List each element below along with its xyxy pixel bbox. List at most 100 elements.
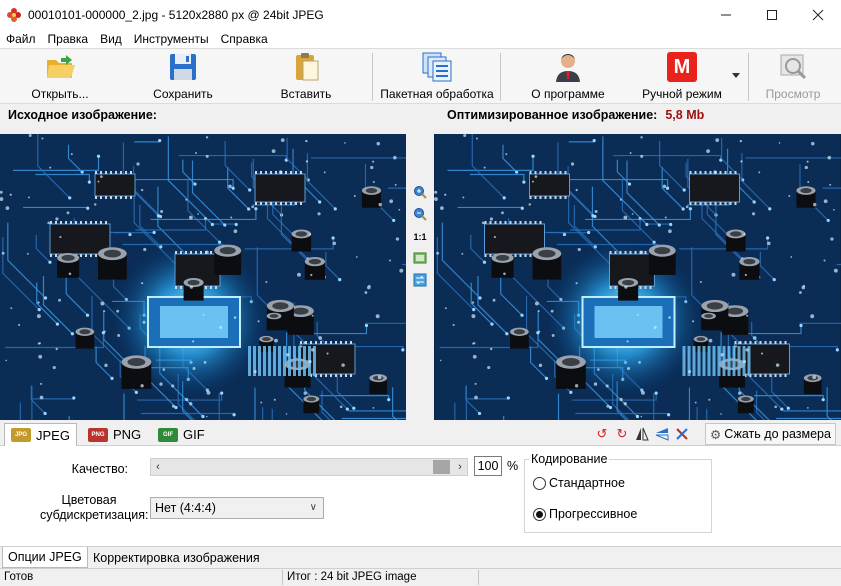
menu-tools[interactable]: Инструменты [128, 32, 215, 46]
window-title: 00010101-000000_2.jpg - 5120x2880 px @ 2… [28, 8, 324, 22]
batch-label: Пакетная обработка [380, 87, 494, 101]
close-icon [812, 9, 824, 21]
quality-input[interactable]: 100 [474, 456, 502, 476]
toolbar: Открыть... Сохранить Вставить Пакетная о… [0, 48, 841, 104]
encoding-progressive-label: Прогрессивное [549, 507, 638, 521]
encoding-title: Кодирование [529, 452, 610, 466]
paste-label: Вставить [280, 87, 332, 101]
tab-jpeg-label: JPEG [36, 427, 70, 443]
tab-gif-label: GIF [183, 427, 205, 442]
subsampling-value: Нет (4:4:4) [155, 501, 216, 515]
zoom-toolbar: 1:1 [406, 134, 434, 420]
status-separator [478, 570, 479, 585]
rotate-left-icon[interactable]: ↺ [593, 425, 611, 443]
menu-view[interactable]: Вид [94, 32, 128, 46]
encoding-standard-label: Стандартное [549, 476, 625, 490]
menu-file[interactable]: Файл [0, 32, 42, 46]
source-image-title: Исходное изображение: [8, 108, 157, 122]
tab-gif[interactable]: GIF GIF [152, 423, 211, 446]
save-button[interactable]: Сохранить [148, 51, 218, 103]
subsampling-label-line2: субдискретизация: [40, 508, 149, 522]
open-folder-icon [44, 51, 76, 83]
paste-clipboard-icon [290, 51, 322, 83]
preview-button[interactable]: Просмотр [758, 51, 828, 103]
subsampling-select[interactable]: Нет (4:4:4) ∨ [150, 497, 324, 519]
menu-help[interactable]: Справка [215, 32, 274, 46]
options-tabs: Опции JPEG Корректировка изображения [0, 546, 841, 568]
about-label: О программе [531, 87, 605, 101]
encoding-group: Кодирование Стандартное Прогрессивное [524, 452, 712, 533]
maximize-icon [767, 10, 777, 20]
png-format-icon: PNG [88, 427, 108, 442]
batch-images-icon [421, 51, 453, 83]
zoom-in-icon[interactable] [412, 184, 428, 200]
optimized-image[interactable] [434, 134, 841, 420]
flower-app-icon [6, 7, 22, 23]
minimize-icon [721, 14, 731, 16]
about-button[interactable]: О программе [524, 51, 612, 103]
status-summary: Итог : 24 bit JPEG image [287, 571, 417, 583]
toolbar-separator [748, 53, 749, 101]
tab-jpeg[interactable]: JPG JPEG [4, 423, 77, 446]
tab-image-correction[interactable]: Корректировка изображения [88, 547, 265, 568]
maximize-button[interactable] [749, 0, 795, 30]
optimized-image-header: Оптимизированное изображение: 5,8 Mb [447, 108, 704, 122]
optimized-image-title: Оптимизированное изображение: [447, 108, 658, 122]
open-button[interactable]: Открыть... [28, 51, 92, 103]
flip-horizontal-icon[interactable] [633, 425, 651, 443]
resize-to-size-label: Сжать до размера [724, 427, 831, 441]
optimized-size-value: 5,8 Mb [665, 108, 705, 122]
radio-circle [533, 476, 546, 490]
toolbar-separator [500, 53, 501, 101]
quality-slider[interactable]: ‹ › [150, 458, 468, 476]
preview-magnifier-icon [777, 51, 809, 83]
crop-icon[interactable] [673, 425, 691, 443]
toolbar-separator [372, 53, 373, 101]
circuit-board-image [0, 134, 406, 420]
resize-to-size-button[interactable]: ⚙ Сжать до размера [705, 423, 836, 445]
fit-window-icon[interactable] [412, 250, 428, 266]
tab-jpeg-options[interactable]: Опции JPEG [2, 547, 88, 568]
encoding-progressive-radio[interactable]: Прогрессивное [533, 507, 637, 521]
manual-mode-letter: M [667, 52, 697, 82]
status-bar: Готов Итог : 24 bit JPEG image [0, 568, 841, 586]
flip-vertical-icon[interactable] [653, 425, 671, 443]
chevron-down-icon: ∨ [309, 502, 317, 513]
swap-view-icon[interactable] [412, 272, 428, 288]
encoding-standard-radio[interactable]: Стандартное [533, 476, 625, 490]
quality-label: Качество: [71, 462, 128, 476]
title-bar: 00010101-000000_2.jpg - 5120x2880 px @ 2… [0, 0, 841, 30]
gear-icon: ⚙ [710, 427, 722, 442]
slider-left-arrow[interactable]: ‹ [151, 459, 165, 475]
status-ready: Готов [4, 571, 34, 583]
radio-circle-selected [533, 507, 546, 521]
batch-button[interactable]: Пакетная обработка [378, 51, 496, 103]
rotate-right-icon[interactable]: ↻ [613, 425, 631, 443]
gif-format-icon: GIF [158, 427, 178, 442]
jpeg-options-panel: Качество: ‹ › 100 % Цветовая субдискрети… [0, 446, 841, 546]
status-separator [282, 570, 283, 585]
format-tabs: JPG JPEG PNG PNG GIF GIF ↺ ↻ ⚙ Сжать до … [0, 422, 841, 446]
tab-png-label: PNG [113, 427, 142, 442]
minimize-button[interactable] [703, 0, 749, 30]
transform-tools: ↺ ↻ [592, 425, 692, 443]
source-image[interactable] [0, 134, 406, 420]
zoom-out-icon[interactable] [412, 206, 428, 222]
preview-label: Просмотр [765, 87, 821, 101]
actual-size-button[interactable]: 1:1 [412, 229, 428, 245]
quality-slider-thumb[interactable] [433, 460, 450, 474]
menu-edit[interactable]: Правка [42, 32, 95, 46]
close-button[interactable] [795, 0, 841, 30]
manual-mode-button[interactable]: M Ручной режим [634, 51, 730, 103]
subsampling-label-line1: Цветовая [61, 493, 117, 507]
paste-button[interactable]: Вставить [274, 51, 338, 103]
jpeg-format-icon: JPG [11, 428, 31, 442]
open-label: Открыть... [31, 87, 89, 101]
percent-sign: % [507, 459, 519, 473]
tab-png[interactable]: PNG PNG [82, 423, 147, 446]
manual-mode-label: Ручной режим [642, 87, 722, 101]
manual-mode-icon: M [666, 51, 698, 83]
slider-right-arrow[interactable]: › [453, 459, 467, 475]
manual-mode-dropdown-arrow[interactable] [732, 73, 740, 78]
user-icon [552, 51, 584, 83]
